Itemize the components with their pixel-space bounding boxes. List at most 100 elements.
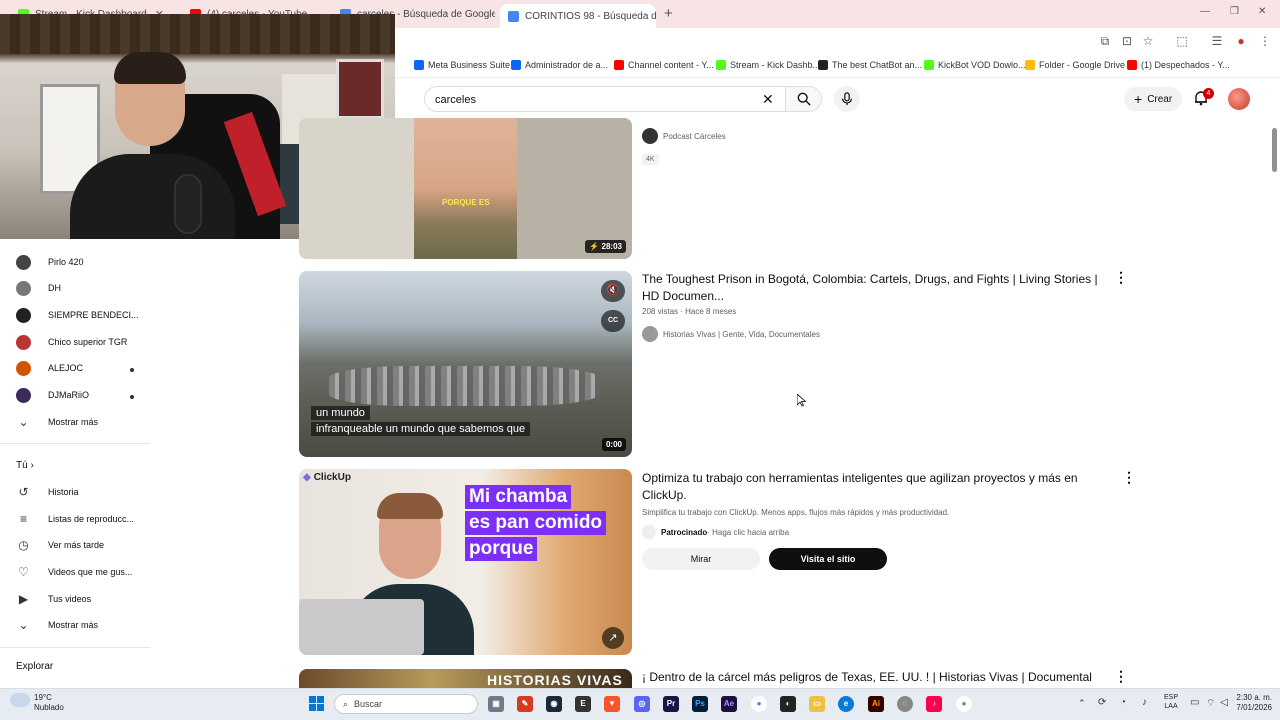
- you-section-heading[interactable]: Tú ›: [16, 460, 34, 471]
- thumbnail-text: HISTORIAS VIVAS: [487, 672, 623, 688]
- taskbar-search[interactable]: ⌕ Buscar: [334, 694, 478, 714]
- clear-search-icon[interactable]: ✕: [762, 91, 774, 108]
- wifi-icon[interactable]: ⌔: [1206, 697, 1215, 710]
- close-window-icon[interactable]: ✕: [1258, 6, 1266, 17]
- translate-icon[interactable]: ⧉: [1098, 34, 1112, 48]
- scrollbar[interactable]: [1270, 118, 1280, 688]
- sidebar-item-playlists[interactable]: ≡ Listas de reproducc...: [16, 509, 134, 529]
- sidebar-item-subscription[interactable]: Chico superior TGR: [16, 332, 127, 352]
- sidebar-item-subscription[interactable]: SIEMPRE BENDECI...: [16, 305, 139, 325]
- bookmark-item[interactable]: Administrador de a...: [511, 60, 608, 70]
- extensions-icon[interactable]: ⬚: [1175, 34, 1189, 48]
- more-actions-icon[interactable]: ⋮: [1122, 470, 1136, 484]
- search-button[interactable]: [786, 86, 822, 112]
- obs-icon[interactable]: ◐: [780, 696, 796, 712]
- tiktok-icon[interactable]: ♪: [926, 696, 942, 712]
- mute-button[interactable]: 🔇: [601, 280, 625, 302]
- sidebar-item-subscription[interactable]: Pirlo 420: [16, 252, 84, 272]
- youtube-icon: [1127, 60, 1137, 70]
- chrome-icon[interactable]: ●: [956, 696, 972, 712]
- sidebar-item-subscription[interactable]: ALEJOC: [16, 358, 83, 378]
- meta-icon: [414, 60, 424, 70]
- search-box[interactable]: [424, 86, 786, 112]
- bookmark-item[interactable]: Meta Business Suite: [414, 60, 510, 70]
- more-actions-icon[interactable]: ⋮: [1114, 669, 1128, 683]
- meta-icon: [511, 60, 521, 70]
- video-thumbnail[interactable]: PORQUE ES ⚡ 28:03: [299, 118, 632, 259]
- clock[interactable]: 2:30 a. m. 7/01/2026: [1232, 693, 1272, 713]
- profile-icon[interactable]: ●: [1234, 34, 1248, 48]
- video-thumbnail[interactable]: un mundo infranqueable un mundo que sabe…: [299, 271, 632, 457]
- channel-link[interactable]: Podcast Cárceles: [642, 128, 726, 144]
- search-icon: ⌕: [343, 698, 349, 709]
- explore-section-heading: Explorar: [16, 661, 54, 672]
- ad-thumbnail[interactable]: ◆ ClickUp Mi chamba es pan comido porque …: [299, 469, 632, 655]
- windows-start-icon[interactable]: [309, 696, 324, 716]
- premiere-icon[interactable]: Pr: [663, 696, 679, 712]
- browser-tab-active[interactable]: CORINTIOS 98 - Búsqueda de G ✕: [500, 4, 656, 28]
- chevron-up-icon[interactable]: ⌃: [1078, 698, 1086, 709]
- mic-tray-icon[interactable]: ♪: [1142, 697, 1147, 708]
- video-title[interactable]: The Toughest Prison in Bogotá, Colombia:…: [642, 271, 1102, 305]
- app-icon[interactable]: ◌: [897, 696, 913, 712]
- illustrator-icon[interactable]: Ai: [868, 696, 884, 712]
- show-more-button[interactable]: ⌄ Mostrar más: [16, 412, 98, 432]
- photoshop-icon[interactable]: Ps: [692, 696, 708, 712]
- more-actions-icon[interactable]: ⋮: [1114, 270, 1128, 284]
- bookmark-item[interactable]: Folder - Google Drive: [1025, 60, 1125, 70]
- bookmark-item[interactable]: KickBot VOD Dowlo...: [924, 60, 1026, 70]
- bookmark-item[interactable]: The best ChatBot an...: [818, 60, 922, 70]
- muted-speaker-icon: 🔇: [606, 285, 620, 296]
- sidebar-item-watch-later[interactable]: ◷ Ver más tarde: [16, 535, 104, 555]
- steam-icon[interactable]: ◉: [546, 696, 562, 712]
- sidebar-item-liked-videos[interactable]: ♡ Videos que me gus...: [16, 562, 132, 582]
- sidebar-item-history[interactable]: ↺ Historia: [16, 482, 78, 502]
- ad-title[interactable]: Optimiza tu trabajo con herramientas int…: [642, 470, 1112, 504]
- weather-widget[interactable]: 19°C Nublado: [34, 693, 64, 713]
- open-external-button[interactable]: ↗: [602, 627, 624, 649]
- bookmark-item[interactable]: Channel content - Y...: [614, 60, 714, 70]
- bookmark-item[interactable]: Stream - Kick Dashb...: [716, 60, 820, 70]
- app-icon[interactable]: ✎: [517, 696, 533, 712]
- media-icon[interactable]: ☰: [1210, 34, 1224, 48]
- bookmark-item[interactable]: (1) Despechados - Y...: [1127, 60, 1230, 70]
- new-tab-button[interactable]: +: [664, 5, 673, 22]
- channel-link[interactable]: Historias Vivas | Gente, Vida, Documenta…: [642, 326, 820, 342]
- watch-button[interactable]: Mirar: [642, 548, 760, 570]
- chrome-icon[interactable]: ●: [751, 696, 767, 712]
- epic-games-icon[interactable]: E: [575, 696, 591, 712]
- clickup-icon: [642, 525, 656, 539]
- discord-icon[interactable]: ◎: [634, 696, 650, 712]
- bookmark-star-icon[interactable]: ☆: [1141, 34, 1155, 48]
- menu-icon[interactable]: ⋮: [1258, 34, 1272, 48]
- sync-icon[interactable]: ⟳: [1098, 697, 1106, 708]
- brave-icon[interactable]: ▼: [604, 696, 620, 712]
- file-explorer-icon[interactable]: ▭: [809, 696, 825, 712]
- captions-button[interactable]: CC: [601, 310, 625, 332]
- channel-avatar: [16, 254, 31, 270]
- restore-icon[interactable]: ❐: [1230, 6, 1239, 17]
- after-effects-icon[interactable]: Ae: [721, 696, 737, 712]
- video-icon: ▶: [18, 592, 29, 606]
- voice-search-button[interactable]: [834, 86, 860, 112]
- install-icon[interactable]: ⊡: [1120, 34, 1134, 48]
- video-thumbnail[interactable]: HISTORIAS VIVAS: [299, 669, 632, 688]
- ad-text: porque: [465, 537, 538, 561]
- show-more-button[interactable]: ⌄ Mostrar más: [16, 615, 98, 635]
- volume-icon[interactable]: ◁: [1220, 697, 1228, 708]
- avatar[interactable]: [1228, 88, 1250, 110]
- monitor-icon[interactable]: ▭: [1190, 697, 1199, 708]
- scrollbar-thumb[interactable]: [1272, 128, 1277, 172]
- search-input[interactable]: [435, 91, 735, 109]
- video-title[interactable]: ¡ Dentro de la cárcel más peligros de Te…: [642, 669, 1112, 686]
- sidebar-item-your-videos[interactable]: ▶ Tus videos: [16, 589, 91, 609]
- create-button[interactable]: + Crear: [1124, 87, 1183, 111]
- language-indicator[interactable]: ESP LAA: [1164, 693, 1178, 711]
- task-view-icon[interactable]: ▣: [488, 696, 504, 712]
- sidebar-item-subscription[interactable]: DH: [16, 278, 61, 298]
- minimize-icon[interactable]: —: [1200, 6, 1210, 17]
- network-icon[interactable]: ◔: [1120, 697, 1126, 708]
- visit-site-button[interactable]: Visita el sitio: [769, 548, 887, 570]
- edge-icon[interactable]: e: [838, 696, 854, 712]
- sidebar-item-subscription[interactable]: DJMaRiiO: [16, 385, 89, 405]
